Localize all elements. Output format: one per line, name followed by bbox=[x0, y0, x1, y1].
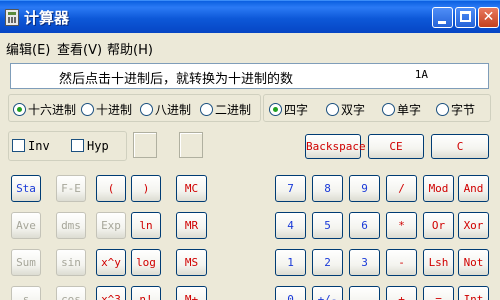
radio-dec-indicator bbox=[81, 103, 94, 116]
radio-byte[interactable]: 字节 bbox=[436, 101, 475, 118]
key-button-0[interactable]: 0 bbox=[275, 286, 306, 300]
key-button-sym[interactable]: - bbox=[386, 249, 417, 276]
key-button-8[interactable]: 8 bbox=[312, 175, 343, 202]
key-button-or[interactable]: Or bbox=[423, 212, 454, 239]
fn-button-ave[interactable]: Ave bbox=[11, 212, 41, 239]
title-bar: 计算器 ✕ bbox=[0, 0, 500, 33]
menu-help[interactable]: 帮助(H) bbox=[107, 39, 153, 58]
maximize-button[interactable] bbox=[455, 7, 476, 28]
hyp-checkbox[interactable]: Hyp bbox=[71, 139, 109, 153]
radio-qword[interactable]: 四字 bbox=[269, 101, 308, 118]
maximize-icon bbox=[460, 11, 471, 22]
hyp-checkbox-box bbox=[71, 139, 84, 152]
key-button-9[interactable]: 9 bbox=[349, 175, 380, 202]
inv-label: Inv bbox=[28, 139, 50, 153]
radio-bin[interactable]: 二进制 bbox=[200, 101, 251, 118]
key-button-sym[interactable]: = bbox=[423, 286, 454, 300]
key-button-5[interactable]: 5 bbox=[312, 212, 343, 239]
fn-button-sum[interactable]: Sum bbox=[11, 249, 41, 276]
fn-button-sym[interactable]: ) bbox=[131, 175, 161, 202]
menu-view[interactable]: 查看(V) bbox=[57, 39, 102, 58]
calculator-icon bbox=[5, 9, 19, 26]
key-button-6[interactable]: 6 bbox=[349, 212, 380, 239]
memory-button-m[interactable]: M+ bbox=[176, 286, 207, 300]
display-message: 然后点击十进制后，就转换为十进制的数 bbox=[59, 72, 294, 87]
radio-dword-indicator bbox=[326, 103, 339, 116]
radio-qword-label: 四字 bbox=[284, 103, 309, 117]
minimize-icon bbox=[438, 21, 446, 24]
radio-bin-label: 二进制 bbox=[215, 103, 252, 117]
key-button-sym[interactable]: . bbox=[349, 286, 380, 300]
memory-indicator bbox=[179, 132, 203, 158]
radio-word-indicator bbox=[382, 103, 395, 116]
radio-oct-indicator bbox=[140, 103, 153, 116]
radio-word-label: 单字 bbox=[397, 103, 422, 117]
fn-button-x-3[interactable]: x^3 bbox=[96, 286, 126, 300]
menu-edit[interactable]: 编辑(E) bbox=[6, 39, 50, 58]
radio-dword-label: 双字 bbox=[341, 103, 366, 117]
radio-hex-indicator bbox=[13, 103, 26, 116]
ce-button[interactable]: CE bbox=[368, 134, 424, 159]
fn-button-s[interactable]: s bbox=[11, 286, 41, 300]
memory-button-mc[interactable]: MC bbox=[176, 175, 207, 202]
fn-button-sta[interactable]: Sta bbox=[11, 175, 41, 202]
radio-oct[interactable]: 八进制 bbox=[140, 101, 191, 118]
hyp-label: Hyp bbox=[87, 139, 109, 153]
key-button-and[interactable]: And bbox=[458, 175, 489, 202]
radio-dword[interactable]: 双字 bbox=[326, 101, 365, 118]
word-size-group: 四字 双字 单字 字节 bbox=[263, 94, 491, 122]
number-base-group: 十六进制 十进制 八进制 二进制 bbox=[8, 94, 261, 122]
key-button-sym[interactable]: / bbox=[386, 175, 417, 202]
fn-button-cos[interactable]: cos bbox=[56, 286, 86, 300]
radio-word[interactable]: 单字 bbox=[382, 101, 421, 118]
c-button[interactable]: C bbox=[431, 134, 489, 159]
radio-oct-label: 八进制 bbox=[155, 103, 192, 117]
key-button-int[interactable]: Int bbox=[458, 286, 489, 300]
radio-hex-label: 十六进制 bbox=[28, 103, 77, 117]
backspace-button[interactable]: Backspace bbox=[305, 134, 366, 159]
radio-dec[interactable]: 十进制 bbox=[81, 101, 132, 118]
fn-button-dms[interactable]: dms bbox=[56, 212, 86, 239]
fn-button-exp[interactable]: Exp bbox=[96, 212, 126, 239]
close-button[interactable]: ✕ bbox=[478, 7, 499, 28]
key-button-xor[interactable]: Xor bbox=[458, 212, 489, 239]
fn-button-x-y[interactable]: x^y bbox=[96, 249, 126, 276]
key-button-not[interactable]: Not bbox=[458, 249, 489, 276]
display-value: 1A bbox=[414, 68, 428, 81]
parenthesis-indicator bbox=[133, 132, 157, 158]
radio-dec-label: 十进制 bbox=[96, 103, 133, 117]
memory-button-ms[interactable]: MS bbox=[176, 249, 207, 276]
memory-button-mr[interactable]: MR bbox=[176, 212, 207, 239]
inv-hyp-group: Inv Hyp bbox=[8, 131, 127, 161]
fn-button-ln[interactable]: ln bbox=[131, 212, 161, 239]
fn-button-sin[interactable]: sin bbox=[56, 249, 86, 276]
display-field[interactable]: 然后点击十进制后，就转换为十进制的数 1A bbox=[10, 63, 489, 89]
radio-byte-indicator bbox=[436, 103, 449, 116]
key-button-4[interactable]: 4 bbox=[275, 212, 306, 239]
radio-byte-label: 字节 bbox=[451, 103, 476, 117]
key-button-sym[interactable]: +/- bbox=[312, 286, 343, 300]
key-button-lsh[interactable]: Lsh bbox=[423, 249, 454, 276]
menu-bar: 编辑(E) 查看(V) 帮助(H) bbox=[0, 35, 500, 58]
key-button-mod[interactable]: Mod bbox=[423, 175, 454, 202]
key-button-sym[interactable]: * bbox=[386, 212, 417, 239]
radio-bin-indicator bbox=[200, 103, 213, 116]
inv-checkbox[interactable]: Inv bbox=[12, 139, 50, 153]
key-button-1[interactable]: 1 bbox=[275, 249, 306, 276]
fn-button-sym[interactable]: ( bbox=[96, 175, 126, 202]
radio-qword-indicator bbox=[269, 103, 282, 116]
window-title: 计算器 bbox=[24, 9, 70, 27]
minimize-button[interactable] bbox=[432, 7, 453, 28]
key-button-7[interactable]: 7 bbox=[275, 175, 306, 202]
inv-checkbox-box bbox=[12, 139, 25, 152]
radio-hex[interactable]: 十六进制 bbox=[13, 101, 76, 118]
key-button-2[interactable]: 2 bbox=[312, 249, 343, 276]
fn-button-n[interactable]: n! bbox=[131, 286, 161, 300]
fn-button-f-e[interactable]: F-E bbox=[56, 175, 86, 202]
key-button-sym[interactable]: + bbox=[386, 286, 417, 300]
key-button-3[interactable]: 3 bbox=[349, 249, 380, 276]
fn-button-log[interactable]: log bbox=[131, 249, 161, 276]
